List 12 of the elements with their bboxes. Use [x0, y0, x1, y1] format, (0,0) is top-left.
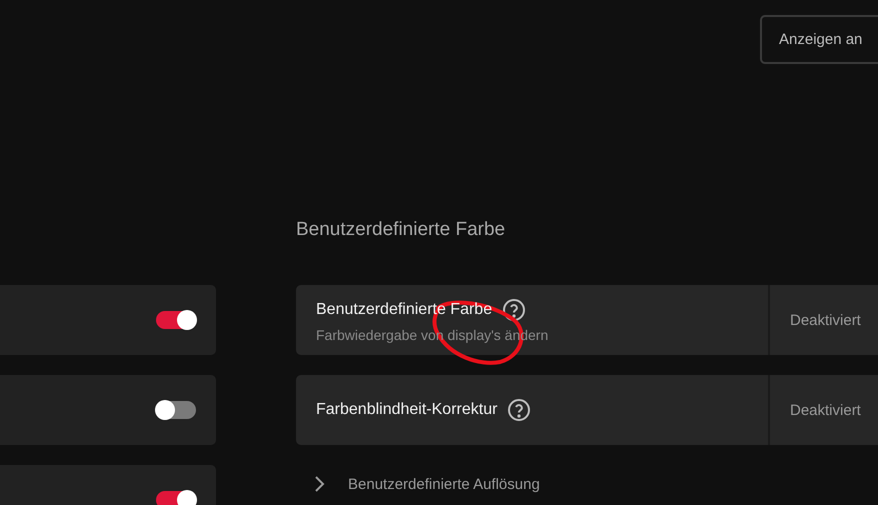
expander[interactable]: Benutzerdefinierte Auflösung — [296, 475, 878, 493]
display-button[interactable]: Anzeigen an — [760, 15, 878, 64]
toggle-switch[interactable] — [156, 491, 196, 505]
chevron-icon — [314, 475, 326, 493]
help-icon[interactable] — [502, 298, 526, 322]
setting-value[interactable]: Deaktiviert — [770, 312, 861, 328]
toggle-switch[interactable] — [156, 401, 196, 419]
setting-label: Farbenblindheit-Korrektur — [316, 401, 498, 419]
section-title: Benutzerdefinierte Farbe — [296, 218, 506, 242]
toggle-switch[interactable] — [156, 311, 196, 329]
setting-value[interactable]: Deaktiviert — [770, 402, 861, 418]
help-icon[interactable] — [507, 398, 532, 422]
